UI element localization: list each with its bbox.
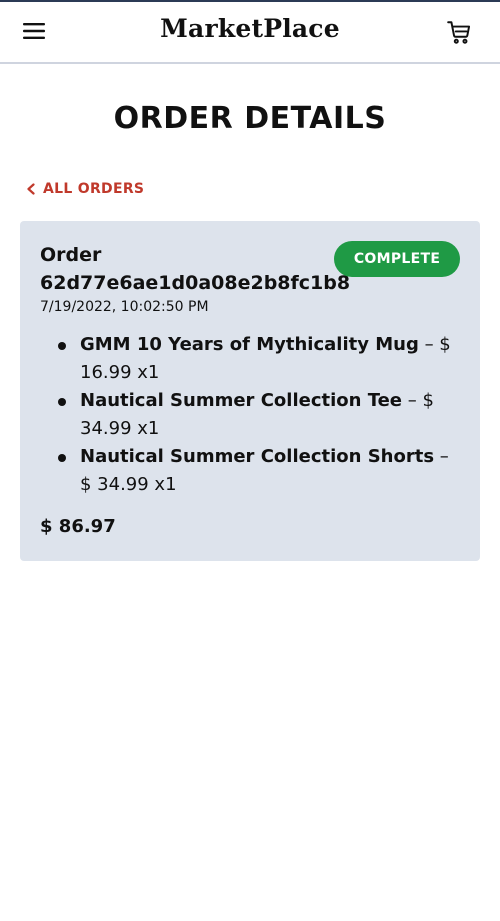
item-name: GMM 10 Years of Mythicality Mug [80,334,419,355]
list-item: Nautical Summer Collection Tee – $ 34.99… [58,387,460,443]
list-item: GMM 10 Years of Mythicality Mug – $ 16.9… [58,331,460,387]
all-orders-link[interactable]: ALL ORDERS [26,179,144,199]
brand-logo: MarketPlace [0,14,500,43]
cart-button[interactable] [446,19,476,49]
order-card: Order 62d77e6ae1d0a08e2b8fc1b8 7/19/2022… [20,221,480,561]
order-total: $ 86.97 [40,516,116,537]
order-date: 7/19/2022, 10:02:50 PM [40,299,209,315]
bullet-icon [58,454,66,462]
order-id: 62d77e6ae1d0a08e2b8fc1b8 [40,272,351,294]
app-header: MarketPlace [0,2,500,64]
bullet-icon [58,398,66,406]
chevron-left-icon [27,183,35,195]
order-items-list: GMM 10 Years of Mythicality Mug – $ 16.9… [58,331,460,499]
brand-name[interactable]: MarketPlace [160,14,340,43]
shopping-cart-icon [447,21,471,44]
page-title: ORDER DETAILS [113,101,387,136]
all-orders-label: ALL ORDERS [43,181,145,197]
order-label: Order [40,244,102,266]
list-item: Nautical Summer Collection Shorts – $ 34… [58,443,460,499]
bullet-icon [58,342,66,350]
item-name: Nautical Summer Collection Tee [80,390,403,411]
item-name: Nautical Summer Collection Shorts [80,446,435,467]
status-badge: COMPLETE [334,241,460,277]
